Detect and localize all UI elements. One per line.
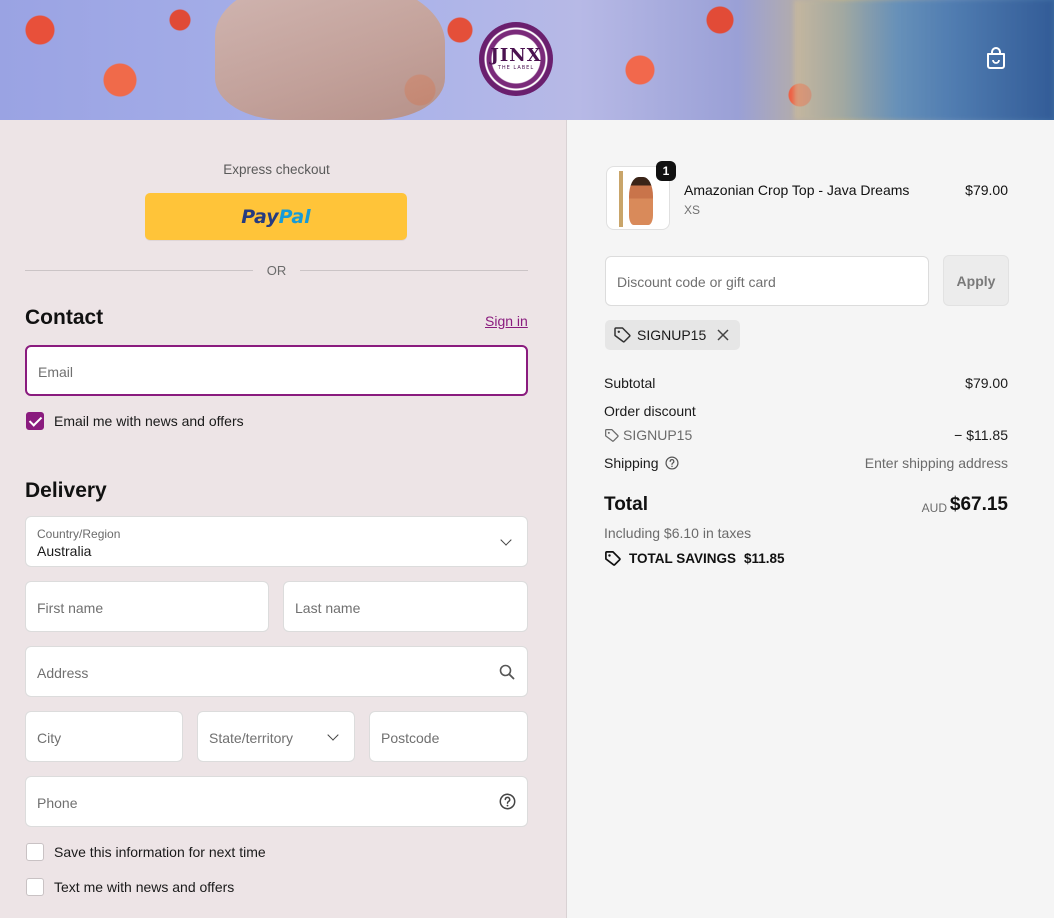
discount-code-field[interactable]: Discount code or gift card <box>605 256 929 306</box>
country-label: Country/Region <box>37 527 121 541</box>
product-image-prop <box>619 171 623 227</box>
address-placeholder: Address <box>37 665 89 681</box>
header-banner: JINX THE LABEL <box>0 0 1054 120</box>
postcode-placeholder: Postcode <box>381 730 440 746</box>
quantity-badge: 1 <box>656 161 676 181</box>
total-savings: TOTAL SAVINGS $11.85 <box>604 550 785 567</box>
or-divider: OR <box>25 261 528 279</box>
country-select[interactable]: Country/Region Australia <box>25 516 528 567</box>
applied-discount-chip: SIGNUP15 <box>605 320 741 350</box>
shipping-label: Shipping <box>604 455 659 471</box>
last-name-placeholder: Last name <box>295 600 361 616</box>
discount-placeholder: Discount code or gift card <box>617 274 776 290</box>
applied-discount-code: SIGNUP15 <box>637 327 707 343</box>
save-info-label: Save this information for next time <box>54 844 266 860</box>
last-name-field[interactable]: Last name <box>283 581 528 632</box>
first-name-placeholder: First name <box>37 600 104 616</box>
bag-icon[interactable] <box>985 46 1007 70</box>
close-icon[interactable] <box>716 328 730 342</box>
discount-value: − $11.85 <box>954 427 1008 443</box>
product-variant: XS <box>684 203 701 217</box>
discount-code-row: SIGNUP15 <box>604 427 692 443</box>
text-news-checkbox[interactable] <box>26 878 44 896</box>
email-field[interactable]: Email <box>25 345 528 396</box>
chevron-down-icon <box>500 534 512 546</box>
total-currency: AUD <box>921 501 947 515</box>
contact-heading: Contact <box>25 306 104 329</box>
save-info-checkbox[interactable] <box>26 843 44 861</box>
address-field[interactable]: Address <box>25 646 528 697</box>
store-logo[interactable]: JINX THE LABEL <box>479 22 553 96</box>
search-icon[interactable] <box>499 664 515 680</box>
order-summary-column: 1 Amazonian Crop Top - Java Dreams XS $7… <box>567 120 1054 918</box>
banner-photo-background <box>794 0 1054 120</box>
paypal-logo-part2: Pal <box>278 205 311 228</box>
product-name: Amazonian Crop Top - Java Dreams <box>684 182 910 198</box>
email-news-label: Email me with news and offers <box>54 413 244 429</box>
phone-field[interactable]: Phone <box>25 776 528 827</box>
total-label: Total <box>604 494 648 515</box>
tag-icon <box>605 551 621 566</box>
tag-icon <box>614 327 631 343</box>
subtotal-value: $79.00 <box>965 375 1008 391</box>
express-checkout-label: Express checkout <box>223 162 330 177</box>
postcode-field[interactable]: Postcode <box>369 711 528 762</box>
phone-placeholder: Phone <box>37 795 78 811</box>
chevron-down-icon <box>327 729 339 741</box>
total-value: $67.15 <box>949 494 1008 515</box>
city-field[interactable]: City <box>25 711 183 762</box>
paypal-button[interactable]: Pay Pal <box>145 193 407 240</box>
city-placeholder: City <box>37 730 62 746</box>
apply-discount-button[interactable]: Apply <box>943 255 1009 306</box>
email-placeholder: Email <box>38 364 74 380</box>
tax-line: Including $6.10 in taxes <box>604 525 752 541</box>
logo-subtext: THE LABEL <box>497 65 535 71</box>
tag-icon <box>605 428 619 442</box>
product-price: $79.00 <box>965 182 1008 198</box>
subtotal-label: Subtotal <box>604 375 656 391</box>
state-select[interactable]: State/territory <box>197 711 355 762</box>
email-news-checkbox[interactable] <box>26 412 44 430</box>
savings-label: TOTAL SAVINGS <box>629 551 737 566</box>
state-placeholder: State/territory <box>209 730 294 746</box>
savings-value: $11.85 <box>744 551 785 566</box>
shipping-row: Shipping <box>604 455 679 471</box>
divider-line <box>300 269 528 271</box>
delivery-heading: Delivery <box>25 479 107 502</box>
help-circle-icon[interactable] <box>499 793 516 810</box>
discount-code-text: SIGNUP15 <box>623 427 693 443</box>
banner-photo-figure <box>215 0 445 120</box>
logo-text: JINX <box>490 45 542 66</box>
first-name-field[interactable]: First name <box>25 581 269 632</box>
paypal-logo-part1: Pay <box>241 205 279 228</box>
divider-line <box>25 269 253 271</box>
or-text: OR <box>266 262 287 278</box>
checkout-form-column: Express checkout Pay Pal OR Contact Sign … <box>0 120 567 918</box>
order-discount-label: Order discount <box>604 403 696 419</box>
country-value: Australia <box>37 543 92 559</box>
shipping-value: Enter shipping address <box>864 455 1008 471</box>
sign-in-link[interactable]: Sign in <box>485 313 528 329</box>
help-circle-icon[interactable] <box>664 456 679 470</box>
product-image-figure <box>629 177 653 225</box>
text-news-label: Text me with news and offers <box>54 879 235 895</box>
